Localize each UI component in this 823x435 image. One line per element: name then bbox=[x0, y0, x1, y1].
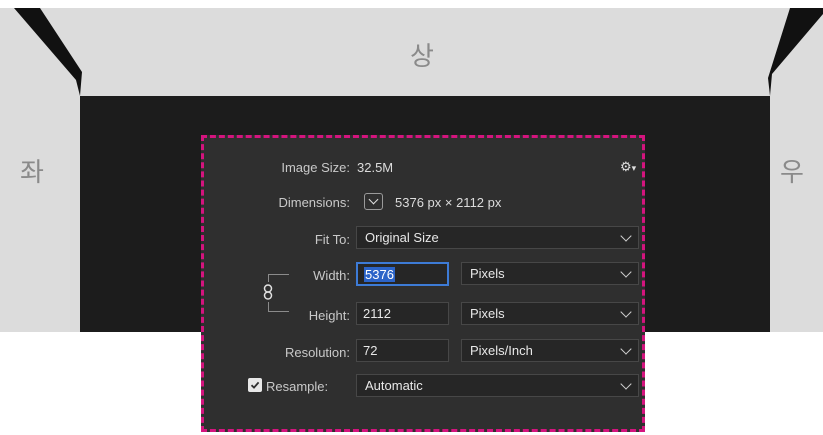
width-label: Width: bbox=[313, 268, 350, 283]
height-value: 2112 bbox=[363, 306, 391, 321]
chevron-down-icon bbox=[620, 265, 632, 278]
resolution-unit-select[interactable]: Pixels/Inch bbox=[461, 339, 639, 362]
resolution-value: 72 bbox=[363, 343, 378, 358]
height-unit-select[interactable]: Pixels bbox=[461, 302, 639, 325]
fit-to-value: Original Size bbox=[365, 230, 439, 245]
edge-label-right: 우 bbox=[780, 158, 804, 188]
checkmark-icon bbox=[250, 381, 260, 389]
chevron-down-icon bbox=[368, 194, 379, 205]
image-size-dialog: Image Size: 32.5M ⚙▾ Dimensions: 5376 px… bbox=[201, 135, 645, 432]
width-unit-select[interactable]: Pixels bbox=[461, 262, 639, 285]
edge-label-left: 좌 bbox=[20, 158, 44, 188]
edge-label-top: 상 bbox=[410, 42, 434, 72]
canvas-top-edge bbox=[80, 72, 770, 96]
resample-label: Resample: bbox=[266, 379, 329, 394]
gear-icon[interactable]: ⚙▾ bbox=[620, 159, 640, 175]
resample-select[interactable]: Automatic bbox=[356, 374, 639, 397]
fit-to-select[interactable]: Original Size bbox=[356, 226, 639, 249]
height-label: Height: bbox=[308, 308, 350, 323]
resolution-label: Resolution: bbox=[284, 345, 350, 360]
dimensions-toggle[interactable] bbox=[364, 193, 383, 210]
height-unit-value: Pixels bbox=[470, 306, 505, 321]
link-icon[interactable] bbox=[260, 282, 276, 302]
width-unit-value: Pixels bbox=[470, 266, 505, 281]
width-input[interactable]: 5376 bbox=[356, 262, 449, 286]
chevron-down-icon bbox=[620, 305, 632, 318]
image-size-value: 32.5M bbox=[357, 160, 394, 175]
dimensions-label: Dimensions: bbox=[278, 195, 350, 210]
dimensions-value: 5376 px × 2112 px bbox=[395, 195, 502, 210]
chevron-down-icon bbox=[620, 342, 632, 355]
chevron-down-icon bbox=[620, 229, 632, 242]
width-value: 5376 bbox=[364, 266, 395, 282]
image-size-label: Image Size: bbox=[281, 160, 350, 175]
resolution-unit-value: Pixels/Inch bbox=[470, 343, 533, 358]
resample-checkbox[interactable] bbox=[248, 378, 262, 392]
chevron-down-icon bbox=[620, 377, 632, 390]
resample-value: Automatic bbox=[365, 378, 423, 393]
height-input[interactable]: 2112 bbox=[356, 302, 449, 325]
resolution-input[interactable]: 72 bbox=[356, 339, 449, 362]
fit-to-label: Fit To: bbox=[314, 232, 350, 247]
